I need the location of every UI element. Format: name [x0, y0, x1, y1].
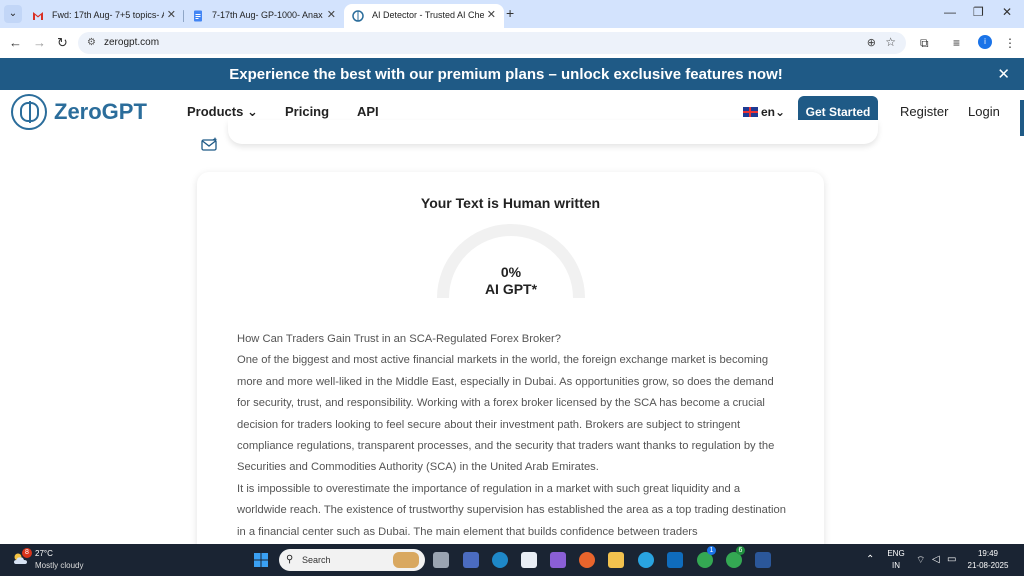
minimize-icon[interactable]: — [944, 5, 956, 19]
store-icon[interactable] [521, 552, 537, 568]
ai-percentage-label: AI GPT* [484, 281, 538, 297]
tab-title: 7-17th Aug- GP-1000- Anax Ca [212, 10, 324, 20]
hp-app-icon[interactable] [463, 552, 479, 568]
back-icon[interactable]: ← [9, 35, 22, 50]
site-info-icon[interactable]: ⚙ [87, 37, 96, 48]
register-link[interactable]: Register [900, 104, 948, 119]
result-title: Your Text is Human written [420, 195, 601, 211]
text-heading: How Can Traders Gain Trust in an SCA-Reg… [237, 333, 561, 345]
docs-icon [194, 10, 202, 22]
text-paragraph: It is impossible to overestimate the imp… [237, 482, 786, 538]
logo-text[interactable]: ZeroGPT [54, 99, 147, 125]
tab-close-icon[interactable]: ✕ [487, 8, 496, 21]
zoom-icon[interactable]: ⊕ [867, 36, 876, 49]
temperature[interactable]: 27°C [35, 549, 53, 558]
battery-icon[interactable]: ▭ [947, 554, 956, 565]
task-view-icon[interactable] [433, 552, 449, 568]
weather-condition[interactable]: Mostly cloudy [35, 561, 83, 570]
tab-docs[interactable]: 7-17th Aug- GP-1000- Anax Ca ✕ [184, 4, 344, 28]
copilot-icon[interactable] [550, 552, 566, 568]
extensions-icon[interactable]: ⧉ [920, 36, 929, 51]
tab-strip: ⌄ Fwd: 17th Aug- 7+5 topics- Ana ✕ 7-17t… [0, 0, 1024, 28]
nav-api[interactable]: API [357, 104, 379, 119]
tab-gmail[interactable]: Fwd: 17th Aug- 7+5 topics- Ana ✕ [24, 4, 184, 28]
photos-app-icon[interactable] [638, 552, 654, 568]
tab-search-chevron-icon[interactable]: ⌄ [4, 5, 22, 23]
taskbar-search[interactable]: ⚲ Search [279, 549, 425, 571]
tab-title: AI Detector - Trusted AI Checke [372, 10, 484, 20]
input-card-bottom [228, 120, 878, 144]
reload-icon[interactable]: ↻ [57, 35, 68, 51]
firefox-icon[interactable] [579, 552, 595, 568]
wifi-icon[interactable]: ⌔ [916, 554, 925, 567]
file-explorer-icon[interactable] [608, 552, 624, 568]
zerogpt-icon [352, 10, 364, 22]
promo-banner: Experience the best with our premium pla… [0, 58, 1024, 90]
uk-flag-icon [743, 107, 758, 117]
bookmark-star-icon[interactable]: ☆ [885, 35, 896, 49]
tab-close-icon[interactable]: ✕ [327, 8, 336, 21]
tab-title: Fwd: 17th Aug- 7+5 topics- Ana [52, 10, 164, 20]
language-code: en [761, 105, 776, 119]
forward-icon[interactable]: → [33, 35, 46, 50]
language-selector[interactable]: en⌄ [743, 105, 785, 119]
nav-products-label: Products [187, 104, 244, 119]
edge-icon[interactable] [492, 552, 508, 568]
text-paragraph: One of the biggest and most active finan… [237, 354, 775, 474]
scrollbar-thumb[interactable] [1020, 100, 1024, 136]
nav-products[interactable]: Products ⌄ [187, 104, 258, 120]
weather-badge: 8 [22, 548, 32, 558]
outlook-icon[interactable] [667, 552, 683, 568]
address-bar[interactable]: ⚙ zerogpt.com ⊕ ☆ [78, 32, 906, 54]
word-icon[interactable] [755, 552, 771, 568]
chrome-menu-icon[interactable]: ⋮ [1004, 36, 1016, 50]
restore-icon[interactable]: ❐ [973, 5, 984, 19]
chevron-down-icon: ⌄ [246, 104, 258, 119]
login-link[interactable]: Login [968, 104, 1000, 119]
search-label: Search [302, 555, 331, 565]
chevron-down-icon: ⌄ [775, 105, 786, 119]
window-close-icon[interactable]: ✕ [1002, 5, 1012, 19]
windows-start-icon[interactable] [253, 552, 269, 568]
chrome-badge: 1 [707, 546, 716, 555]
search-highlight-art [393, 552, 419, 568]
volume-icon[interactable]: ◁ [932, 554, 940, 565]
promo-close-icon[interactable]: ✕ [997, 65, 1010, 83]
analyzed-text: How Can Traders Gain Trust in an SCA-Reg… [237, 329, 787, 543]
lang-bottom[interactable]: IN [886, 561, 906, 570]
nav-pricing[interactable]: Pricing [285, 104, 329, 119]
ai-percentage: 0% [500, 264, 522, 280]
tab-zerogpt-active[interactable]: AI Detector - Trusted AI Checke ✕ [344, 4, 504, 28]
profile-avatar-icon[interactable]: i [978, 35, 992, 49]
media-control-icon[interactable]: ≡ [953, 36, 960, 50]
tray-chevron-up-icon[interactable]: ⌃ [866, 554, 874, 565]
mail-star-icon[interactable] [201, 137, 218, 151]
clock-date[interactable]: 21-08-2025 [966, 561, 1010, 570]
gmail-icon [33, 12, 43, 20]
result-card: Your Text is Human written 0% AI GPT* Ho… [197, 172, 824, 572]
browser-toolbar: ← → ↻ ⚙ zerogpt.com ⊕ ☆ ⧉ ≡ ⋮ [0, 28, 1024, 58]
chrome-profile-badge: 6 [736, 546, 745, 555]
promo-text[interactable]: Experience the best with our premium pla… [0, 66, 1012, 83]
clock-time[interactable]: 19:49 [966, 549, 1010, 558]
url-text[interactable]: zerogpt.com [104, 37, 159, 48]
tab-close-icon[interactable]: ✕ [167, 8, 176, 21]
brain-logo-icon[interactable] [11, 94, 47, 130]
taskbar: 8 27°C Mostly cloudy ⚲ Search 1 6 ⌃ ENG … [0, 544, 1024, 576]
new-tab-button[interactable]: + [506, 5, 514, 21]
lang-top[interactable]: ENG [886, 549, 906, 558]
search-icon: ⚲ [286, 554, 294, 565]
